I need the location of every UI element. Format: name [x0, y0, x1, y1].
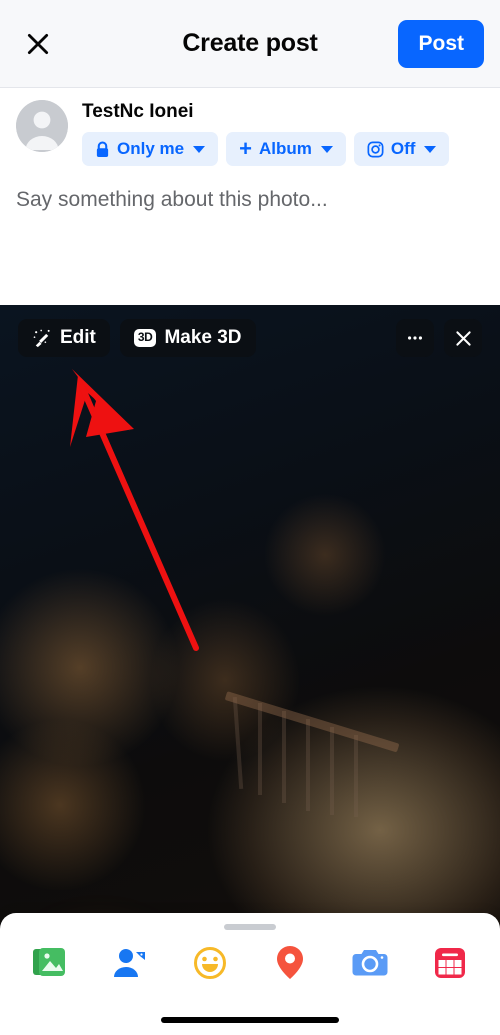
- photo-video-icon: [33, 948, 65, 976]
- photo-preview[interactable]: EXIT 北酒 北酒 酒北: [0, 305, 500, 930]
- check-in-location-button[interactable]: [268, 941, 312, 985]
- create-post-screen: Create post Post TestNc Ionei Only me + …: [0, 0, 500, 1035]
- header-bar: Create post Post: [0, 0, 500, 88]
- instagram-crosspost-chip[interactable]: Off: [353, 132, 450, 166]
- photo-detail: [258, 703, 262, 795]
- post-button[interactable]: Post: [398, 19, 484, 68]
- author-meta: TestNc Ionei Only me + Album Off: [68, 100, 484, 166]
- home-indicator: [161, 1017, 339, 1023]
- plus-icon: +: [239, 136, 252, 161]
- composer-chips: Only me + Album Off: [82, 132, 484, 166]
- edit-photo-label: Edit: [60, 327, 96, 348]
- make-3d-label: Make 3D: [164, 327, 242, 348]
- gif-button[interactable]: [428, 941, 472, 985]
- close-composer-button[interactable]: [16, 22, 60, 66]
- audience-chip-only-me[interactable]: Only me: [82, 132, 219, 166]
- camera-button[interactable]: [348, 941, 392, 985]
- camera-icon: [352, 950, 388, 976]
- feeling-activity-icon: [194, 947, 226, 979]
- composer-tools-row: [0, 930, 500, 985]
- album-chip-label: Album: [258, 139, 312, 158]
- close-icon: [455, 330, 471, 346]
- chevron-down-icon: [320, 145, 333, 153]
- instagram-icon: [367, 141, 384, 157]
- 3d-badge-icon: 3D: [133, 329, 157, 347]
- edit-photo-button[interactable]: Edit: [18, 319, 110, 357]
- photo-scene-background: [0, 305, 500, 930]
- remove-photo-button[interactable]: [444, 319, 482, 357]
- close-icon: [27, 33, 49, 54]
- check-in-location-icon: [277, 946, 303, 979]
- bottom-sheet: [0, 913, 500, 1035]
- gif-icon: [435, 948, 465, 978]
- magic-wand-icon: [33, 329, 50, 348]
- photo-detail: [330, 727, 334, 815]
- photo-detail: [354, 735, 358, 817]
- post-text-input[interactable]: Say something about this photo...: [0, 166, 500, 232]
- photo-video-button[interactable]: [28, 941, 72, 985]
- feeling-activity-button[interactable]: [188, 941, 232, 985]
- photo-action-toolbar: Edit 3D Make 3D: [0, 305, 500, 371]
- lock-icon: [96, 140, 109, 157]
- chevron-down-icon: [193, 145, 206, 153]
- photo-detail: [306, 719, 310, 811]
- tag-people-icon: [114, 949, 145, 977]
- default-avatar-icon: [16, 100, 68, 152]
- audience-chip-label: Only me: [117, 139, 185, 158]
- composer-section: TestNc Ionei Only me + Album Off Say som…: [0, 88, 500, 232]
- avatar[interactable]: [16, 100, 68, 152]
- tag-people-button[interactable]: [108, 941, 152, 985]
- instagram-chip-label: Off: [390, 139, 416, 158]
- photo-image: EXIT 北酒 北酒 酒北: [0, 305, 500, 930]
- album-chip[interactable]: + Album: [226, 132, 346, 166]
- author-name: TestNc Ionei: [82, 101, 194, 122]
- author-row: TestNc Ionei Only me + Album Off: [0, 88, 500, 166]
- chevron-down-icon: [424, 145, 437, 153]
- photo-more-options-button[interactable]: [396, 319, 434, 357]
- make-3d-button[interactable]: 3D Make 3D: [119, 319, 256, 357]
- photo-detail: [282, 711, 286, 803]
- ellipsis-icon: [408, 336, 422, 340]
